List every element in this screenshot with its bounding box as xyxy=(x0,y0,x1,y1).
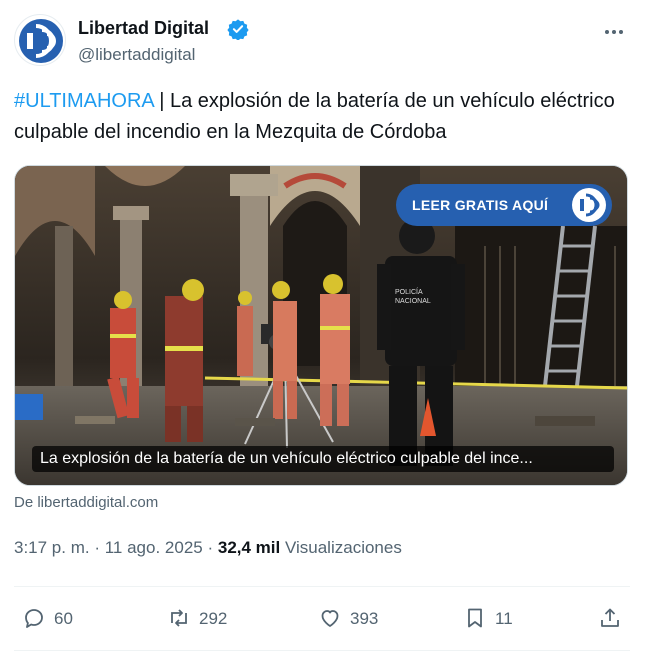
divider xyxy=(14,650,630,651)
tweet-text: #ULTIMAHORA | La explosión de la batería… xyxy=(14,86,624,148)
like-count: 393 xyxy=(350,609,379,628)
leer-gratis-label: LEER GRATIS AQUÍ xyxy=(412,197,549,213)
tweet-time[interactable]: 3:17 p. m. xyxy=(14,538,90,557)
tweet-header: Libertad Digital @libertaddigital xyxy=(14,12,631,70)
libertad-digital-logo-icon xyxy=(572,188,606,222)
svg-text:NACIONAL: NACIONAL xyxy=(395,298,431,305)
bookmark-count: 11 xyxy=(495,609,513,628)
verified-badge-icon xyxy=(227,19,249,40)
link-source[interactable]: De libertaddigital.com xyxy=(14,494,158,511)
share-icon xyxy=(601,608,619,627)
author-name[interactable]: Libertad Digital xyxy=(78,18,209,39)
link-card-title[interactable]: La explosión de la batería de un vehícul… xyxy=(32,446,614,472)
tweet-date[interactable]: 11 ago. 2025 xyxy=(105,538,203,557)
reply-icon xyxy=(25,609,43,628)
repost-icon xyxy=(171,609,187,627)
reply-count: 60 xyxy=(54,609,73,628)
avatar[interactable] xyxy=(14,14,66,66)
tweet-meta: 3:17 p. m. · 11 ago. 2025 · 32,4 mil Vis… xyxy=(14,538,402,558)
leer-gratis-button[interactable]: LEER GRATIS AQUÍ xyxy=(396,184,612,226)
libertad-digital-logo-icon xyxy=(19,19,63,63)
share-button[interactable] xyxy=(590,598,630,638)
author-handle[interactable]: @libertaddigital xyxy=(78,45,195,65)
police-jacket-text: POLICÍA xyxy=(395,287,423,296)
repost-button[interactable]: 292 xyxy=(159,598,249,638)
reply-button[interactable]: 60 xyxy=(14,598,94,638)
views-count: 32,4 mil xyxy=(217,538,281,557)
more-options-icon[interactable] xyxy=(597,20,631,44)
separator-dot: · xyxy=(94,538,105,557)
divider xyxy=(14,586,630,587)
action-bar: 60 292 393 11 xyxy=(14,598,630,638)
like-button[interactable]: 393 xyxy=(310,598,400,638)
repost-count: 292 xyxy=(199,609,228,628)
heart-icon xyxy=(321,610,339,627)
bookmark-icon xyxy=(468,608,482,628)
separator-dot: · xyxy=(207,538,218,557)
hashtag-link[interactable]: #ULTIMAHORA xyxy=(14,90,154,112)
bookmark-button[interactable]: 11 xyxy=(455,598,535,638)
views-label: Visualizaciones xyxy=(284,538,402,557)
